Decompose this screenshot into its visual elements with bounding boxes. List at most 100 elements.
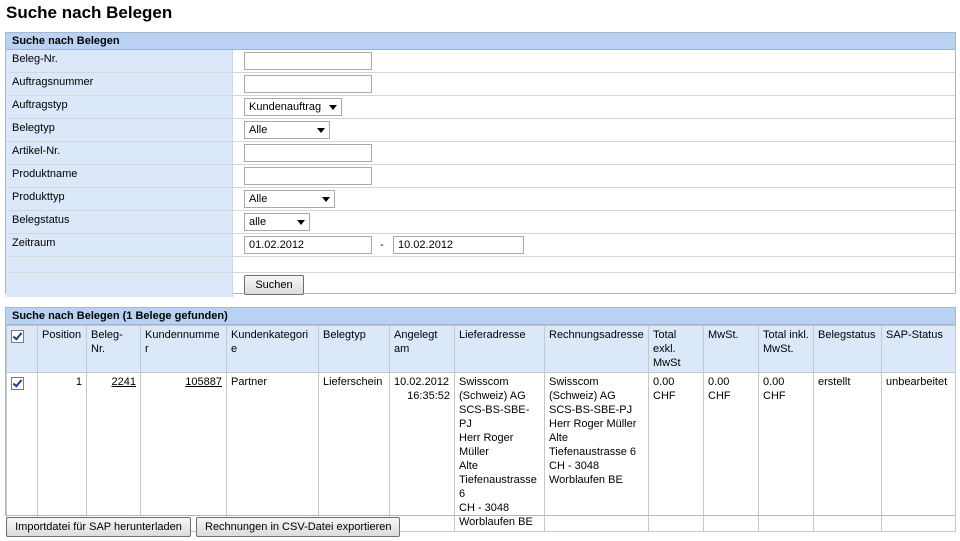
results-panel: Suche nach Belegen (1 Belege gefunden) P… <box>5 307 956 532</box>
export-sap-button[interactable]: Importdatei für SAP herunterladen <box>6 517 191 537</box>
table-row: 1 2241 105887 Partner Lieferschein 10.02… <box>6 372 956 532</box>
cell-belegstatus: erstellt <box>813 372 882 532</box>
cell-total-exkl: 0.00 CHF <box>648 372 704 532</box>
auftragstyp-select[interactable]: Kundenauftrag <box>244 98 342 116</box>
rechnungsadresse-line: Alte <box>549 432 568 444</box>
auftragstyp-selected: Kundenauftrag <box>249 101 322 113</box>
col-belegtyp[interactable]: Belegtyp <box>318 325 390 373</box>
search-panel-header: Suche nach Belegen <box>6 33 955 50</box>
belegtyp-selected: Alle <box>249 124 268 136</box>
belegtyp-label: Belegtyp <box>6 119 233 141</box>
search-button[interactable]: Suchen <box>244 275 304 295</box>
zeitraum-from-input[interactable]: 01.02.2012 <box>244 236 372 254</box>
results-header-row: Position Beleg-Nr. Kundennummer Kundenka… <box>6 325 956 373</box>
cell-belegtyp: Lieferschein <box>318 372 390 532</box>
kundennummer-link[interactable]: 105887 <box>185 376 222 388</box>
col-position[interactable]: Position <box>37 325 87 373</box>
produktname-input[interactable] <box>244 167 372 185</box>
row-auftragstyp: Auftragstyp Kundenauftrag <box>6 96 955 119</box>
zeitraum-label: Zeitraum <box>6 234 233 256</box>
lieferadresse-line: 6 <box>459 488 466 500</box>
row-beleg-nr: Beleg-Nr. <box>6 50 955 73</box>
angelegt-date: 10.02.2012 <box>394 376 450 388</box>
lieferadresse-line: Swisscom <box>459 376 509 388</box>
lieferadresse-line: (Schweiz) AG <box>459 390 526 402</box>
zeitraum-separator: - <box>380 239 384 251</box>
belegtyp-select[interactable]: Alle <box>244 121 330 139</box>
col-sap-status[interactable]: SAP-Status <box>881 325 956 373</box>
rechnungsadresse-line: Worblaufen BE <box>549 474 623 486</box>
rechnungsadresse-line: CH - 3048 <box>549 460 600 472</box>
export-csv-button[interactable]: Rechnungen in CSV-Datei exportieren <box>196 517 400 537</box>
produkttyp-label: Produkttyp <box>6 188 233 210</box>
select-all-checkbox[interactable] <box>11 330 24 343</box>
search-panel: Suche nach Belegen Beleg-Nr. Auftragsnum… <box>5 32 956 297</box>
zeitraum-to-input[interactable]: 10.02.2012 <box>393 236 524 254</box>
col-kundennummer[interactable]: Kundennummer <box>140 325 227 373</box>
lieferadresse-line: Alte <box>459 460 478 472</box>
produkttyp-select[interactable]: Alle <box>244 190 335 208</box>
select-all-cell <box>6 325 38 373</box>
col-total-exkl[interactable]: Total exkl. MwSt <box>648 325 704 373</box>
submit-label-cell <box>6 273 233 297</box>
results-table: Position Beleg-Nr. Kundennummer Kundenka… <box>6 325 956 532</box>
row-spacer <box>6 257 955 273</box>
cell-sap-status: unbearbeitet <box>881 372 956 532</box>
col-belegstatus[interactable]: Belegstatus <box>813 325 882 373</box>
rechnungsadresse-line: SCS-BS-SBE-PJ <box>549 404 633 416</box>
row-artikel-nr: Artikel-Nr. <box>6 142 955 165</box>
col-angelegt-am[interactable]: Angelegt am <box>389 325 455 373</box>
col-total-inkl[interactable]: Total inkl. MwSt. <box>758 325 814 373</box>
lieferadresse-line: SCS-BS-SBE-PJ <box>459 404 530 430</box>
chevron-down-icon <box>317 128 325 133</box>
rechnungsadresse-line: Herr Roger Müller <box>549 418 637 430</box>
row-produktname: Produktname <box>6 165 955 188</box>
rechnungsadresse-line: Swisscom <box>549 376 599 388</box>
lieferadresse-line: Tiefenaustrasse <box>459 474 537 486</box>
beleg-nr-label: Beleg-Nr. <box>6 50 233 72</box>
row-auftragsnummer: Auftragsnummer <box>6 73 955 96</box>
cell-mwst: 0.00 CHF <box>703 372 759 532</box>
cell-beleg-nr: 2241 <box>86 372 141 532</box>
lieferadresse-line: Herr Roger <box>459 432 514 444</box>
col-rechnungsadresse[interactable]: Rechnungsadresse <box>544 325 649 373</box>
belegstatus-label: Belegstatus <box>6 211 233 233</box>
produkttyp-selected: Alle <box>249 193 268 205</box>
angelegt-time: 16:35:52 <box>407 390 450 402</box>
row-belegstatus: Belegstatus alle <box>6 211 955 234</box>
col-kundenkategorie[interactable]: Kundenkategorie <box>226 325 319 373</box>
row-produkttyp: Produkttyp Alle <box>6 188 955 211</box>
col-lieferadresse[interactable]: Lieferadresse <box>454 325 545 373</box>
results-panel-header: Suche nach Belegen (1 Belege gefunden) <box>6 308 955 325</box>
rechnungsadresse-line: Tiefenaustrasse 6 <box>549 446 637 458</box>
row-belegtyp: Belegtyp Alle <box>6 119 955 142</box>
row-checkbox[interactable] <box>11 377 24 390</box>
rechnungsadresse-line: (Schweiz) AG <box>549 390 616 402</box>
col-beleg-nr[interactable]: Beleg-Nr. <box>86 325 141 373</box>
cell-position: 1 <box>37 372 87 532</box>
auftragsnummer-label: Auftragsnummer <box>6 73 233 95</box>
artikel-nr-label: Artikel-Nr. <box>6 142 233 164</box>
belegstatus-select[interactable]: alle <box>244 213 310 231</box>
cell-lieferadresse: Swisscom (Schweiz) AG SCS-BS-SBE-PJ Herr… <box>454 372 545 532</box>
produktname-label: Produktname <box>6 165 233 187</box>
lieferadresse-line: Worblaufen BE <box>459 516 533 528</box>
chevron-down-icon <box>322 197 330 202</box>
spacer-label <box>6 257 233 272</box>
cell-kundennummer: 105887 <box>140 372 227 532</box>
lieferadresse-line: CH - 3048 <box>459 502 510 514</box>
beleg-nr-link[interactable]: 2241 <box>112 376 136 388</box>
cell-angelegt-am: 10.02.2012 16:35:52 <box>389 372 455 532</box>
row-select-cell <box>6 372 38 532</box>
auftragsnummer-input[interactable] <box>244 75 372 93</box>
col-mwst[interactable]: MwSt. <box>703 325 759 373</box>
lieferadresse-line: Müller <box>459 446 489 458</box>
chevron-down-icon <box>329 105 337 110</box>
cell-kundenkategorie: Partner <box>226 372 319 532</box>
cell-rechnungsadresse: Swisscom (Schweiz) AG SCS-BS-SBE-PJ Herr… <box>544 372 649 532</box>
artikel-nr-input[interactable] <box>244 144 372 162</box>
beleg-nr-input[interactable] <box>244 52 372 70</box>
auftragstyp-label: Auftragstyp <box>6 96 233 118</box>
belegstatus-selected: alle <box>249 216 267 228</box>
page-title: Suche nach Belegen <box>6 3 173 22</box>
